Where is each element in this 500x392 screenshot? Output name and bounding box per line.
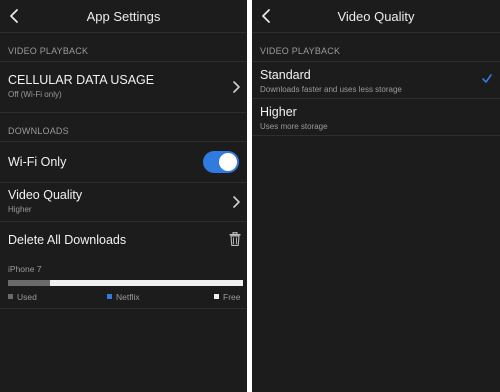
divider — [0, 308, 247, 309]
used-swatch — [8, 294, 13, 299]
section-header-video-playback: VIDEO PLAYBACK — [252, 33, 500, 62]
storage-bar — [8, 280, 243, 286]
option-higher-label: Higher — [260, 105, 297, 119]
option-higher-description: Uses more storage — [260, 122, 328, 131]
option-standard-description: Downloads faster and uses less storage — [260, 85, 402, 94]
video-quality-row[interactable]: Video Quality Higher — [0, 183, 247, 222]
legend-used: Used — [8, 292, 37, 302]
page-title: Video Quality — [337, 9, 415, 24]
section-header-video-playback: VIDEO PLAYBACK — [0, 33, 247, 62]
storage-legend: Used Netflix Free — [8, 292, 247, 306]
option-higher[interactable]: Higher Uses more storage — [252, 99, 500, 136]
option-standard-label: Standard — [260, 68, 311, 82]
storage-summary: iPhone 7 Used Netflix Free — [0, 258, 247, 306]
video-quality-screen: Video Quality VIDEO PLAYBACK Standard Do… — [252, 0, 500, 392]
free-swatch — [214, 294, 219, 299]
section-header-downloads: DOWNLOADS — [0, 113, 247, 142]
checkmark-icon — [482, 74, 492, 83]
legend-used-label: Used — [17, 292, 37, 302]
chevron-right-icon — [233, 81, 240, 93]
app-settings-screen: App Settings VIDEO PLAYBACK CELLULAR DAT… — [0, 0, 247, 392]
page-title: App Settings — [86, 9, 161, 24]
trash-icon[interactable] — [229, 232, 241, 246]
cellular-data-usage-row[interactable]: CELLULAR DATA USAGE Off (Wi-Fi only) — [0, 62, 247, 113]
cellular-data-usage-value: Off (Wi-Fi only) — [8, 90, 62, 99]
video-quality-label: Video Quality — [8, 188, 83, 202]
device-name: iPhone 7 — [8, 264, 42, 274]
video-quality-value: Higher — [8, 205, 32, 214]
cellular-data-usage-label: CELLULAR DATA USAGE — [8, 73, 155, 87]
chevron-right-icon — [233, 196, 240, 208]
wifi-only-toggle[interactable] — [203, 151, 239, 173]
video-quality-navbar: Video Quality — [252, 0, 500, 33]
legend-free-label: Free — [223, 292, 241, 302]
delete-all-downloads-label: Delete All Downloads — [8, 233, 127, 247]
storage-used-fill — [8, 280, 51, 286]
legend-netflix-label: Netflix — [116, 292, 140, 302]
netflix-swatch — [107, 294, 112, 299]
legend-free: Free — [214, 292, 240, 302]
wifi-only-row: Wi-Fi Only — [0, 142, 247, 183]
app-settings-navbar: App Settings — [0, 0, 247, 33]
delete-all-downloads-row[interactable]: Delete All Downloads — [0, 222, 247, 258]
toggle-knob — [219, 153, 237, 171]
legend-netflix: Netflix — [107, 292, 140, 302]
option-standard[interactable]: Standard Downloads faster and uses less … — [252, 62, 500, 99]
